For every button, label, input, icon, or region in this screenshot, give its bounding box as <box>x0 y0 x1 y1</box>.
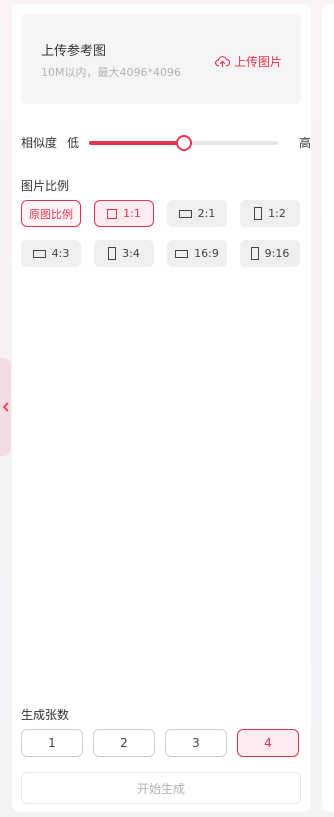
ratio-option[interactable]: 1:2 <box>240 200 300 227</box>
portrait-ratio-icon <box>254 207 263 220</box>
count-option[interactable]: 1 <box>21 729 83 757</box>
count-option[interactable]: 4 <box>237 729 299 757</box>
landscape-ratio-icon <box>32 249 46 258</box>
ratio-option-label: 4:3 <box>51 247 70 260</box>
ratio-options: 原图比例 1:1 2:1 1:2 4:3 3:4 16:9 9:16 <box>21 200 301 267</box>
ratio-option[interactable]: 9:16 <box>240 240 300 267</box>
slider-fill <box>89 141 184 145</box>
count-option[interactable]: 2 <box>93 729 155 757</box>
count-option[interactable]: 3 <box>165 729 227 757</box>
similarity-low-label: 低 <box>67 136 80 150</box>
upload-title: 上传参考图 <box>41 44 107 59</box>
slider-thumb[interactable] <box>175 135 192 151</box>
ratio-option[interactable]: 1:1 <box>94 200 154 227</box>
similarity-row: 相似度 低 高 <box>21 132 311 152</box>
count-section-label: 生成张数 <box>21 708 70 722</box>
count-options: 1234 <box>21 729 301 757</box>
ratio-option-label: 1:2 <box>268 207 286 220</box>
landscape-ratio-icon <box>178 209 192 218</box>
upload-hint: 10M以内，最大4096*4096 <box>41 66 181 79</box>
ratio-option-label: 2:1 <box>197 207 216 220</box>
ratio-option[interactable]: 原图比例 <box>21 200 81 227</box>
portrait-ratio-icon <box>250 247 259 260</box>
ratio-option-label: 3:4 <box>122 247 140 260</box>
settings-panel: 上传参考图 10M以内，最大4096*4096 上传图片 相似度 低 高 图片比… <box>12 4 311 812</box>
cloud-upload-icon <box>215 56 230 68</box>
ratio-option-label: 16:9 <box>194 247 219 260</box>
ratio-option[interactable]: 16:9 <box>167 240 227 267</box>
square-ratio-icon <box>107 208 118 219</box>
landscape-ratio-icon <box>175 249 189 258</box>
upload-image-button[interactable]: 上传图片 <box>215 53 282 70</box>
start-generate-button[interactable]: 开始生成 <box>21 772 301 804</box>
ratio-section-label: 图片比例 <box>21 179 70 193</box>
collapse-panel-handle[interactable] <box>0 358 11 456</box>
similarity-slider[interactable] <box>89 135 278 151</box>
ratio-option-label: 1:1 <box>123 207 141 220</box>
chevron-left-icon <box>2 402 9 412</box>
ratio-option[interactable]: 4:3 <box>21 240 81 267</box>
reference-upload-area[interactable]: 上传参考图 10M以内，最大4096*4096 上传图片 <box>21 14 301 104</box>
main-canvas-edge <box>322 4 334 812</box>
ratio-option-label: 原图比例 <box>29 207 73 221</box>
upload-button-label: 上传图片 <box>233 55 282 69</box>
ratio-option-label: 9:16 <box>264 247 290 260</box>
ratio-option[interactable]: 3:4 <box>94 240 154 267</box>
ratio-option[interactable]: 2:1 <box>167 200 227 227</box>
portrait-ratio-icon <box>108 247 117 260</box>
similarity-high-label: 高 <box>298 136 311 150</box>
similarity-label: 相似度 <box>21 136 58 150</box>
